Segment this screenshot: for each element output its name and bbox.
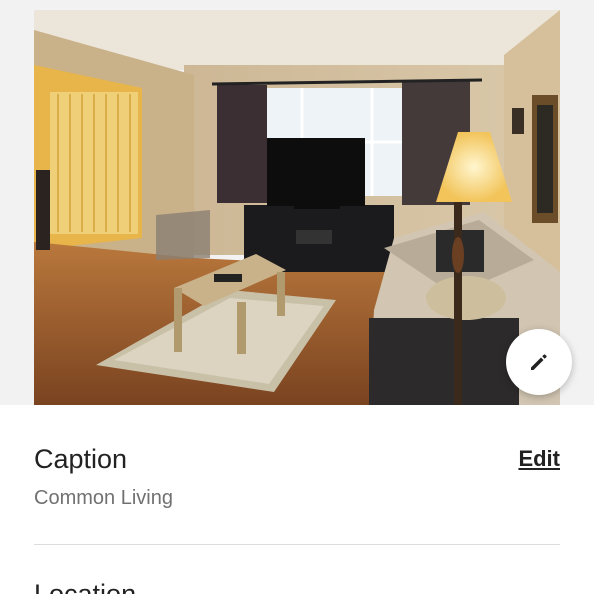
photo-detail-screen: Caption Edit Common Living Location bbox=[0, 0, 594, 594]
section-divider bbox=[34, 544, 560, 545]
edit-photo-button[interactable] bbox=[506, 329, 572, 395]
location-heading: Location bbox=[34, 579, 137, 594]
pencil-icon bbox=[531, 354, 547, 370]
photo-area bbox=[0, 10, 594, 405]
listing-photo[interactable] bbox=[34, 10, 560, 405]
caption-value: Common Living bbox=[34, 487, 173, 509]
caption-edit-link[interactable]: Edit bbox=[518, 445, 560, 473]
top-strip bbox=[0, 0, 594, 10]
caption-heading: Caption bbox=[34, 444, 128, 474]
